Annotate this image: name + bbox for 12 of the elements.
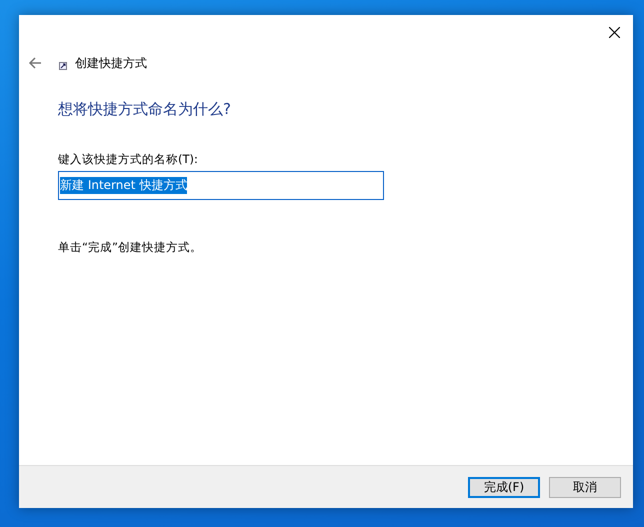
page-heading: 想将快捷方式命名为什么? xyxy=(58,100,232,119)
cancel-button[interactable]: 取消 xyxy=(549,476,621,498)
field-value: 新建 Internet 快捷方式 xyxy=(60,177,188,194)
shortcut-icon xyxy=(59,62,67,70)
field-label: 键入该快捷方式的名称(T): xyxy=(58,152,199,167)
finish-button[interactable]: 完成(F) xyxy=(468,476,540,498)
instruction-text: 单击“完成”创建快捷方式。 xyxy=(58,240,203,255)
back-arrow-icon xyxy=(27,55,43,71)
window-title: 创建快捷方式 xyxy=(75,54,147,72)
name-input-field[interactable]: 新建 Internet 快捷方式 xyxy=(58,171,384,200)
close-icon xyxy=(608,26,620,38)
back-button[interactable] xyxy=(27,55,43,71)
